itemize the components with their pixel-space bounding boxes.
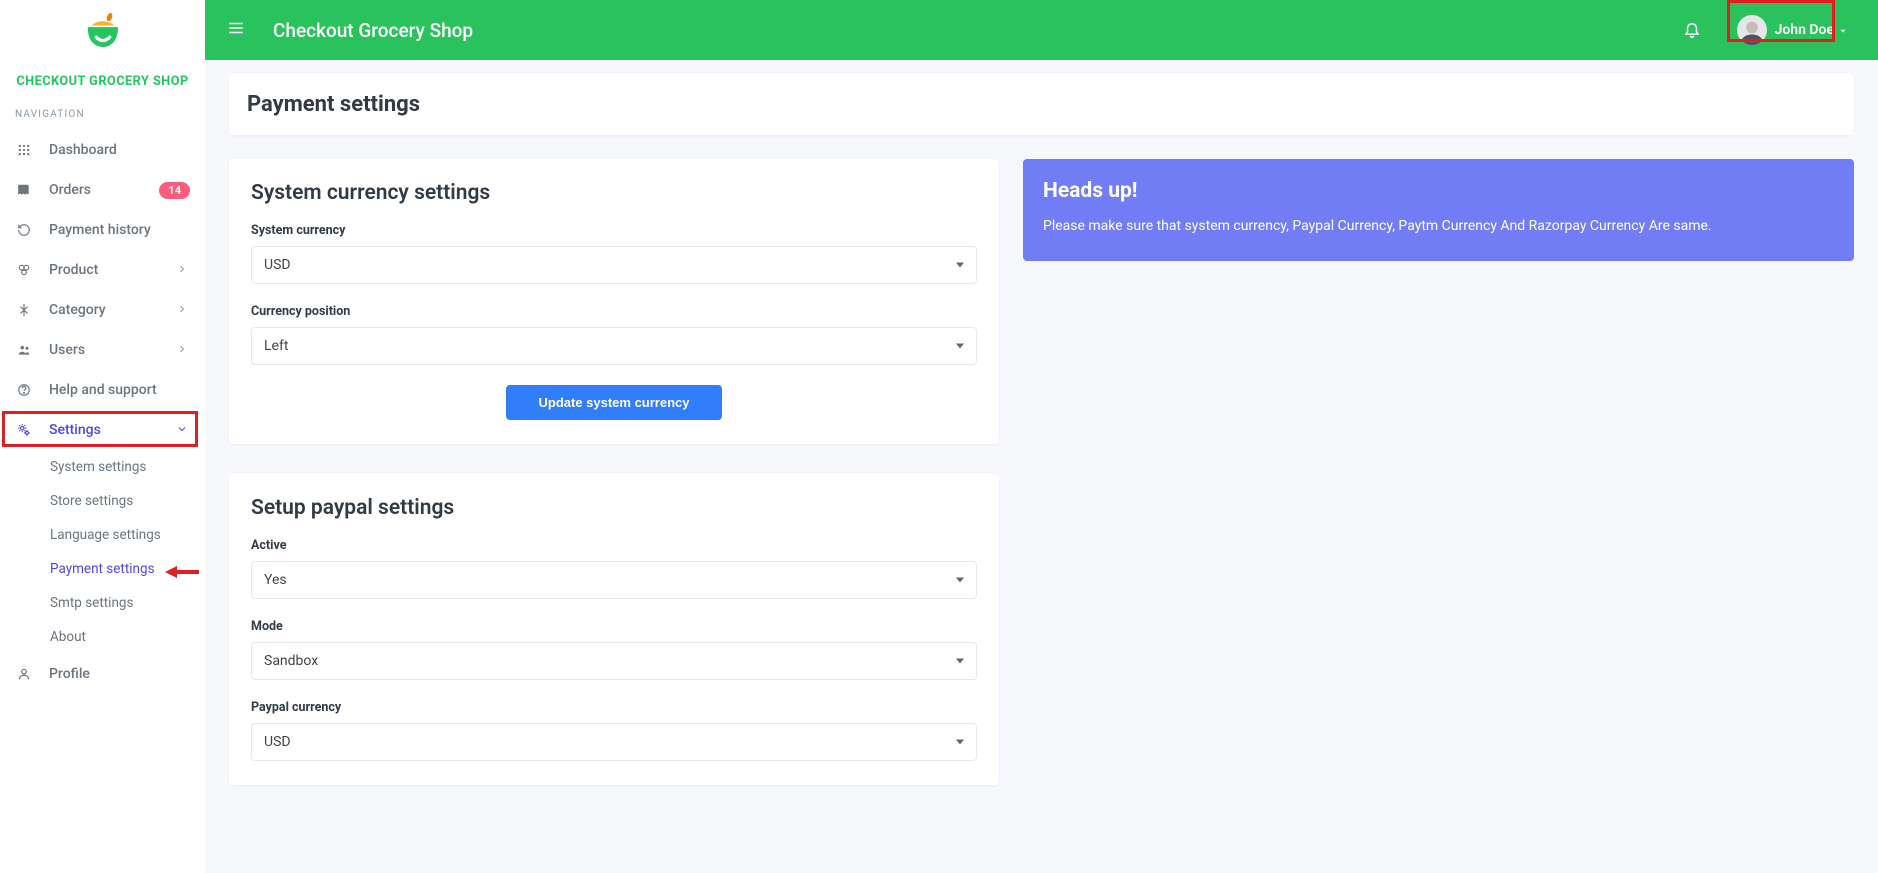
sub-item-system-settings[interactable]: System settings	[0, 450, 205, 484]
avatar	[1737, 15, 1767, 45]
select-currency-position[interactable]: Left	[251, 327, 977, 365]
sidebar-item-label: Help and support	[49, 382, 190, 398]
sub-item-about[interactable]: About	[0, 620, 205, 654]
label-paypal-active: Active	[251, 538, 977, 553]
update-system-currency-button[interactable]: Update system currency	[506, 385, 721, 420]
history-icon	[15, 221, 33, 239]
sidebar: CHECKOUT GROCERY SHOP NAVIGATION Dashboa…	[0, 0, 205, 873]
gear-icon	[15, 421, 33, 439]
select-value: Left	[264, 338, 288, 354]
sidebar-item-label: Payment history	[49, 222, 190, 238]
card-title: System currency settings	[251, 181, 977, 205]
alert-title: Heads up!	[1043, 179, 1834, 203]
card-title: Setup paypal settings	[251, 496, 977, 520]
sidebar-item-label: Product	[49, 262, 176, 278]
chevron-right-icon	[176, 303, 190, 317]
caret-down-icon	[956, 659, 964, 664]
sidebar-item-label: Users	[49, 342, 176, 358]
chevron-down-icon	[176, 423, 190, 437]
sub-item-smtp-settings[interactable]: Smtp settings	[0, 586, 205, 620]
sidebar-item-help[interactable]: Help and support	[0, 370, 205, 410]
sidebar-item-settings[interactable]: Settings	[0, 410, 205, 450]
alert-text: Please make sure that system currency, P…	[1043, 215, 1834, 239]
logo	[0, 0, 205, 64]
user-name-label: John Doe	[1775, 22, 1834, 38]
sidebar-item-label: Profile	[49, 666, 190, 682]
grid-icon	[15, 141, 33, 159]
sub-item-language-settings[interactable]: Language settings	[0, 518, 205, 552]
select-value: USD	[264, 257, 291, 273]
label-system-currency: System currency	[251, 223, 977, 238]
sidebar-item-label: Orders	[49, 182, 159, 198]
sub-item-store-settings[interactable]: Store settings	[0, 484, 205, 518]
topbar: Checkout Grocery Shop John Doe	[205, 0, 1878, 60]
category-icon	[15, 301, 33, 319]
caret-down-icon	[956, 263, 964, 268]
sidebar-item-label: Settings	[49, 422, 176, 438]
select-value: Yes	[264, 572, 287, 588]
label-paypal-mode: Mode	[251, 619, 977, 634]
caret-down-icon	[956, 578, 964, 583]
chevron-right-icon	[176, 343, 190, 357]
orders-badge: 14	[159, 182, 190, 199]
card-system-currency: System currency settings System currency…	[229, 159, 999, 444]
card-paypal-settings: Setup paypal settings Active Yes Mode Sa…	[229, 474, 999, 785]
help-icon	[15, 381, 33, 399]
menu-toggle-icon[interactable]	[227, 19, 249, 41]
sidebar-item-payment-history[interactable]: Payment history	[0, 210, 205, 250]
select-system-currency[interactable]: USD	[251, 246, 977, 284]
sidebar-item-category[interactable]: Category	[0, 290, 205, 330]
caret-down-icon	[1838, 24, 1850, 36]
sidebar-item-dashboard[interactable]: Dashboard	[0, 130, 205, 170]
content: Payment settings System currency setting…	[205, 74, 1878, 825]
bell-icon[interactable]	[1683, 20, 1703, 40]
caret-down-icon	[956, 344, 964, 349]
select-paypal-mode[interactable]: Sandbox	[251, 642, 977, 680]
user-menu[interactable]: John Doe	[1731, 11, 1856, 49]
select-paypal-active[interactable]: Yes	[251, 561, 977, 599]
users-icon	[15, 341, 33, 359]
main: Checkout Grocery Shop John Doe Payment s…	[205, 0, 1878, 825]
book-icon	[15, 181, 33, 199]
select-value: USD	[264, 734, 291, 750]
page-title: Payment settings	[247, 92, 1836, 117]
nav-section-label: NAVIGATION	[0, 103, 205, 130]
user-icon	[15, 665, 33, 683]
label-paypal-currency: Paypal currency	[251, 700, 977, 715]
sidebar-item-orders[interactable]: Orders 14	[0, 170, 205, 210]
select-paypal-currency[interactable]: USD	[251, 723, 977, 761]
chevron-right-icon	[176, 263, 190, 277]
sidebar-item-users[interactable]: Users	[0, 330, 205, 370]
caret-down-icon	[956, 740, 964, 745]
app-title: Checkout Grocery Shop	[273, 19, 473, 42]
select-value: Sandbox	[264, 653, 318, 669]
brand-name: CHECKOUT GROCERY SHOP	[0, 64, 205, 103]
sidebar-item-profile[interactable]: Profile	[0, 654, 205, 694]
sidebar-item-product[interactable]: Product	[0, 250, 205, 290]
sidebar-item-label: Dashboard	[49, 142, 190, 158]
sidebar-item-label: Category	[49, 302, 176, 318]
alert-info: Heads up! Please make sure that system c…	[1023, 159, 1854, 261]
annotation-arrow-icon	[165, 560, 199, 588]
page-header: Payment settings	[229, 74, 1854, 135]
product-icon	[15, 261, 33, 279]
label-currency-position: Currency position	[251, 304, 977, 319]
